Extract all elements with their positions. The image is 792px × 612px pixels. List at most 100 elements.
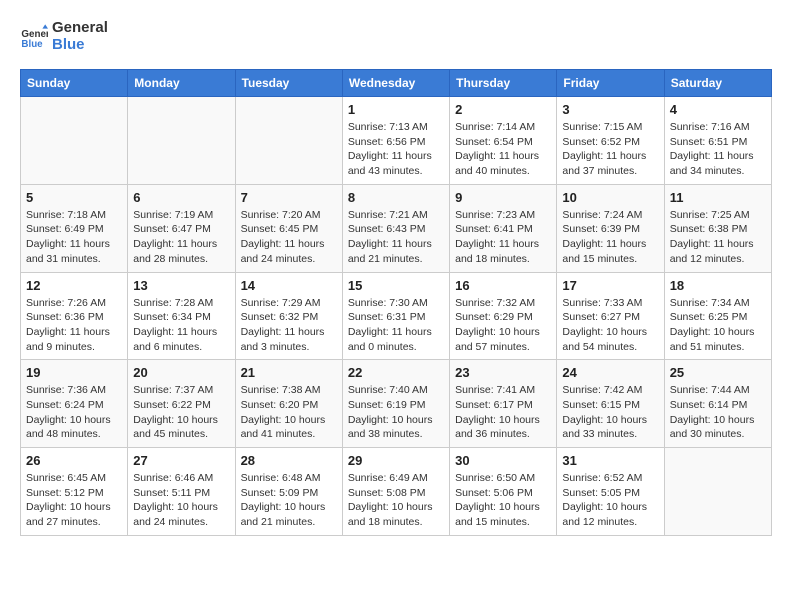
calendar-cell: 9 Sunrise: 7:23 AM Sunset: 6:41 PM Daylig… xyxy=(450,184,557,272)
day-number: 28 xyxy=(241,453,337,468)
day-number: 15 xyxy=(348,278,444,293)
day-info: Sunrise: 7:36 AM Sunset: 6:24 PM Dayligh… xyxy=(26,383,122,442)
calendar-cell: 14 Sunrise: 7:29 AM Sunset: 6:32 PM Dayli… xyxy=(235,272,342,360)
day-number: 31 xyxy=(562,453,658,468)
day-info: Sunrise: 7:38 AM Sunset: 6:20 PM Dayligh… xyxy=(241,383,337,442)
day-info: Sunrise: 7:29 AM Sunset: 6:32 PM Dayligh… xyxy=(241,296,337,355)
day-info: Sunrise: 7:41 AM Sunset: 6:17 PM Dayligh… xyxy=(455,383,551,442)
calendar-cell xyxy=(235,97,342,185)
day-info: Sunrise: 7:21 AM Sunset: 6:43 PM Dayligh… xyxy=(348,208,444,267)
day-info: Sunrise: 6:46 AM Sunset: 5:11 PM Dayligh… xyxy=(133,471,229,530)
weekday-header-row: SundayMondayTuesdayWednesdayThursdayFrid… xyxy=(21,70,772,97)
day-number: 7 xyxy=(241,190,337,205)
day-number: 1 xyxy=(348,102,444,117)
calendar-cell: 2Sunrise: 7:14 AM Sunset: 6:54 PM Daylig… xyxy=(450,97,557,185)
calendar-cell: 27 Sunrise: 6:46 AM Sunset: 5:11 PM Dayli… xyxy=(128,448,235,536)
day-number: 12 xyxy=(26,278,122,293)
calendar-cell: 29 Sunrise: 6:49 AM Sunset: 5:08 PM Dayli… xyxy=(342,448,449,536)
day-info: Sunrise: 7:18 AM Sunset: 6:49 PM Dayligh… xyxy=(26,208,122,267)
day-number: 6 xyxy=(133,190,229,205)
calendar-cell: 28 Sunrise: 6:48 AM Sunset: 5:09 PM Dayli… xyxy=(235,448,342,536)
day-number: 5 xyxy=(26,190,122,205)
day-number: 11 xyxy=(670,190,766,205)
svg-text:Blue: Blue xyxy=(21,38,43,49)
day-info: Sunrise: 7:32 AM Sunset: 6:29 PM Dayligh… xyxy=(455,296,551,355)
day-info: Sunrise: 7:33 AM Sunset: 6:27 PM Dayligh… xyxy=(562,296,658,355)
calendar-week-row: 19Sunrise: 7:36 AM Sunset: 6:24 PM Dayli… xyxy=(21,360,772,448)
calendar-cell: 11Sunrise: 7:25 AM Sunset: 6:38 PM Dayli… xyxy=(664,184,771,272)
calendar-cell: 3 Sunrise: 7:15 AM Sunset: 6:52 PM Daylig… xyxy=(557,97,664,185)
calendar-cell: 10Sunrise: 7:24 AM Sunset: 6:39 PM Dayli… xyxy=(557,184,664,272)
calendar-cell: 18 Sunrise: 7:34 AM Sunset: 6:25 PM Dayli… xyxy=(664,272,771,360)
calendar-week-row: 12Sunrise: 7:26 AM Sunset: 6:36 PM Dayli… xyxy=(21,272,772,360)
calendar-cell: 12Sunrise: 7:26 AM Sunset: 6:36 PM Dayli… xyxy=(21,272,128,360)
day-number: 3 xyxy=(562,102,658,117)
day-number: 20 xyxy=(133,365,229,380)
day-info: Sunrise: 7:37 AM Sunset: 6:22 PM Dayligh… xyxy=(133,383,229,442)
calendar-cell: 4Sunrise: 7:16 AM Sunset: 6:51 PM Daylig… xyxy=(664,97,771,185)
day-number: 14 xyxy=(241,278,337,293)
weekday-header-monday: Monday xyxy=(128,70,235,97)
day-number: 21 xyxy=(241,365,337,380)
day-info: Sunrise: 6:52 AM Sunset: 5:05 PM Dayligh… xyxy=(562,471,658,530)
day-number: 26 xyxy=(26,453,122,468)
calendar-cell: 17Sunrise: 7:33 AM Sunset: 6:27 PM Dayli… xyxy=(557,272,664,360)
calendar-cell: 22Sunrise: 7:40 AM Sunset: 6:19 PM Dayli… xyxy=(342,360,449,448)
calendar-cell: 6Sunrise: 7:19 AM Sunset: 6:47 PM Daylig… xyxy=(128,184,235,272)
calendar-cell: 30 Sunrise: 6:50 AM Sunset: 5:06 PM Dayli… xyxy=(450,448,557,536)
calendar-cell: 16Sunrise: 7:32 AM Sunset: 6:29 PM Dayli… xyxy=(450,272,557,360)
calendar-cell: 13 Sunrise: 7:28 AM Sunset: 6:34 PM Dayli… xyxy=(128,272,235,360)
day-number: 30 xyxy=(455,453,551,468)
logo-icon: General Blue xyxy=(20,23,48,51)
calendar-week-row: 5 Sunrise: 7:18 AM Sunset: 6:49 PM Daylig… xyxy=(21,184,772,272)
day-number: 27 xyxy=(133,453,229,468)
day-number: 18 xyxy=(670,278,766,293)
weekday-header-thursday: Thursday xyxy=(450,70,557,97)
day-info: Sunrise: 7:23 AM Sunset: 6:41 PM Dayligh… xyxy=(455,208,551,267)
weekday-header-tuesday: Tuesday xyxy=(235,70,342,97)
calendar-cell xyxy=(21,97,128,185)
calendar-table: SundayMondayTuesdayWednesdayThursdayFrid… xyxy=(20,69,772,536)
logo: General Blue General Blue xyxy=(20,20,108,53)
calendar-cell: 26 Sunrise: 6:45 AM Sunset: 5:12 PM Dayli… xyxy=(21,448,128,536)
calendar-cell: 25Sunrise: 7:44 AM Sunset: 6:14 PM Dayli… xyxy=(664,360,771,448)
calendar-cell: 31 Sunrise: 6:52 AM Sunset: 5:05 PM Dayli… xyxy=(557,448,664,536)
calendar-cell: 19Sunrise: 7:36 AM Sunset: 6:24 PM Dayli… xyxy=(21,360,128,448)
calendar-cell xyxy=(128,97,235,185)
day-info: Sunrise: 7:40 AM Sunset: 6:19 PM Dayligh… xyxy=(348,383,444,442)
calendar-week-row: 26 Sunrise: 6:45 AM Sunset: 5:12 PM Dayli… xyxy=(21,448,772,536)
calendar-cell xyxy=(664,448,771,536)
day-number: 24 xyxy=(562,365,658,380)
day-info: Sunrise: 6:45 AM Sunset: 5:12 PM Dayligh… xyxy=(26,471,122,530)
calendar-cell: 1 Sunrise: 7:13 AM Sunset: 6:56 PM Daylig… xyxy=(342,97,449,185)
day-info: Sunrise: 7:24 AM Sunset: 6:39 PM Dayligh… xyxy=(562,208,658,267)
weekday-header-saturday: Saturday xyxy=(664,70,771,97)
day-number: 2 xyxy=(455,102,551,117)
day-number: 29 xyxy=(348,453,444,468)
day-info: Sunrise: 7:15 AM Sunset: 6:52 PM Dayligh… xyxy=(562,120,658,179)
day-info: Sunrise: 6:48 AM Sunset: 5:09 PM Dayligh… xyxy=(241,471,337,530)
day-number: 13 xyxy=(133,278,229,293)
day-info: Sunrise: 6:50 AM Sunset: 5:06 PM Dayligh… xyxy=(455,471,551,530)
day-info: Sunrise: 7:16 AM Sunset: 6:51 PM Dayligh… xyxy=(670,120,766,179)
logo-text: General Blue xyxy=(52,20,108,53)
weekday-header-friday: Friday xyxy=(557,70,664,97)
calendar-cell: 7Sunrise: 7:20 AM Sunset: 6:45 PM Daylig… xyxy=(235,184,342,272)
calendar-cell: 20 Sunrise: 7:37 AM Sunset: 6:22 PM Dayli… xyxy=(128,360,235,448)
calendar-cell: 15 Sunrise: 7:30 AM Sunset: 6:31 PM Dayli… xyxy=(342,272,449,360)
day-info: Sunrise: 7:30 AM Sunset: 6:31 PM Dayligh… xyxy=(348,296,444,355)
calendar-week-row: 1 Sunrise: 7:13 AM Sunset: 6:56 PM Daylig… xyxy=(21,97,772,185)
day-info: Sunrise: 7:34 AM Sunset: 6:25 PM Dayligh… xyxy=(670,296,766,355)
day-info: Sunrise: 7:44 AM Sunset: 6:14 PM Dayligh… xyxy=(670,383,766,442)
calendar-cell: 8 Sunrise: 7:21 AM Sunset: 6:43 PM Daylig… xyxy=(342,184,449,272)
day-number: 8 xyxy=(348,190,444,205)
calendar-cell: 23Sunrise: 7:41 AM Sunset: 6:17 PM Dayli… xyxy=(450,360,557,448)
day-info: Sunrise: 7:42 AM Sunset: 6:15 PM Dayligh… xyxy=(562,383,658,442)
weekday-header-sunday: Sunday xyxy=(21,70,128,97)
day-info: Sunrise: 7:28 AM Sunset: 6:34 PM Dayligh… xyxy=(133,296,229,355)
calendar-cell: 5 Sunrise: 7:18 AM Sunset: 6:49 PM Daylig… xyxy=(21,184,128,272)
calendar-cell: 21 Sunrise: 7:38 AM Sunset: 6:20 PM Dayli… xyxy=(235,360,342,448)
day-info: Sunrise: 6:49 AM Sunset: 5:08 PM Dayligh… xyxy=(348,471,444,530)
day-info: Sunrise: 7:13 AM Sunset: 6:56 PM Dayligh… xyxy=(348,120,444,179)
day-number: 9 xyxy=(455,190,551,205)
